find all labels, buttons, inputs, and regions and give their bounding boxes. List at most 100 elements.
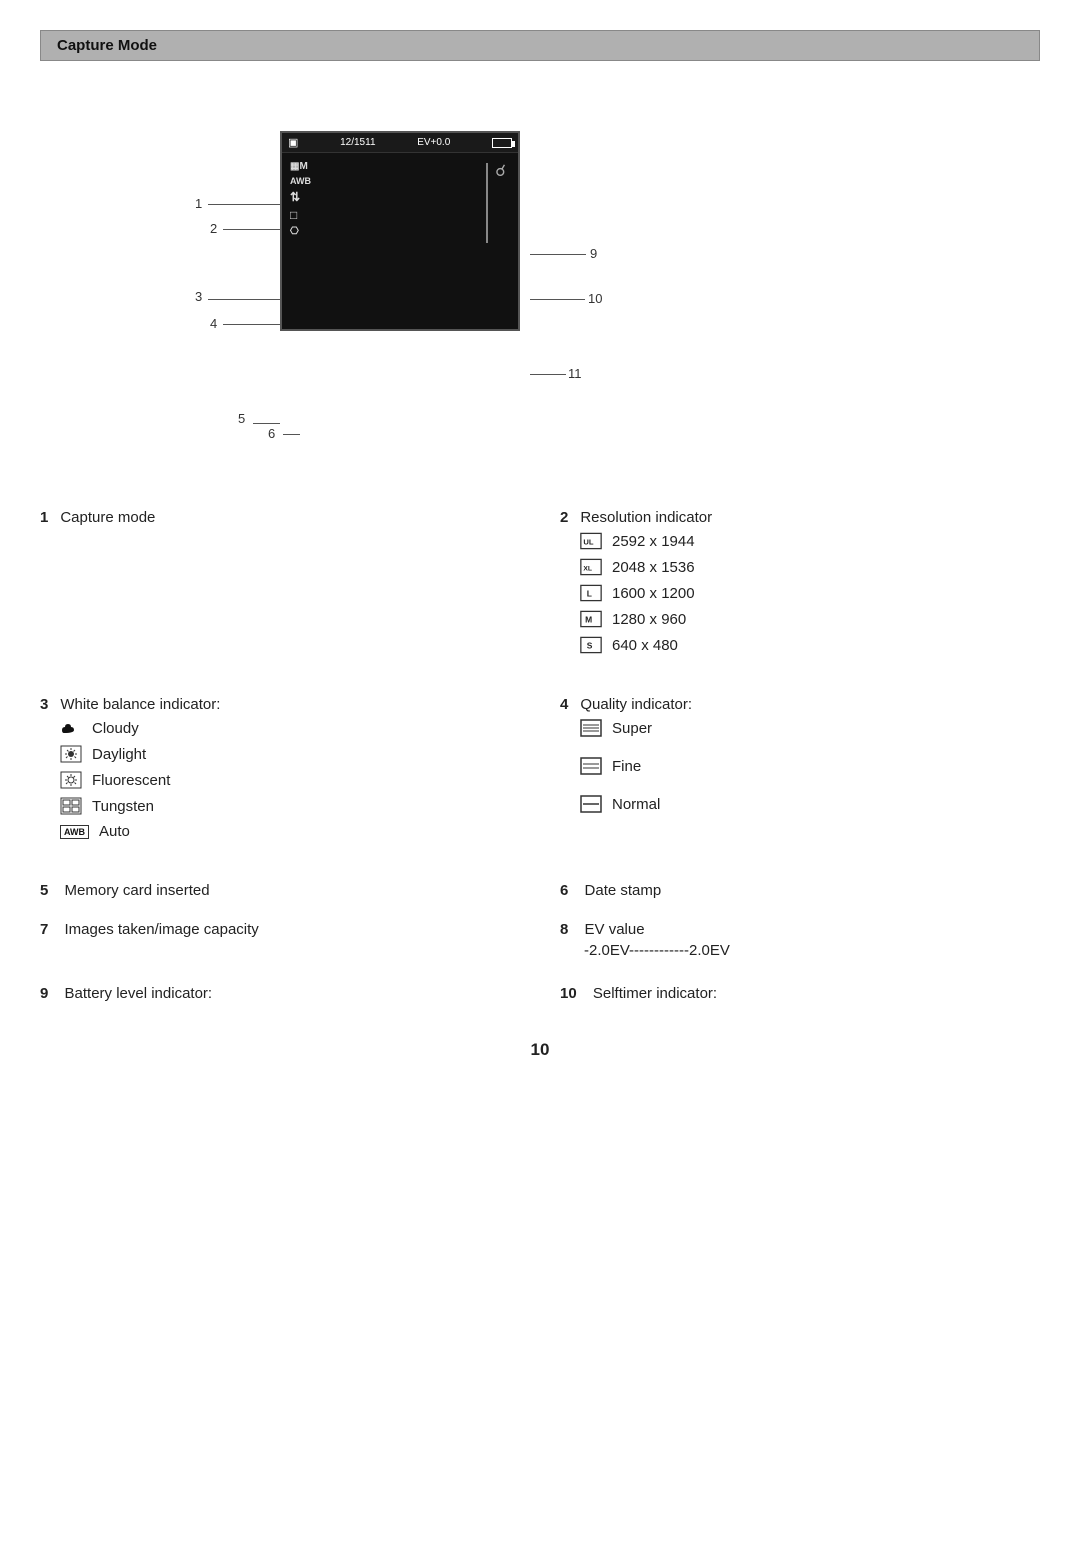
- desc-col-7: 7 Images taken/image capacity: [40, 913, 540, 967]
- item-title-8: EV value: [585, 921, 645, 938]
- desc-row-7-8: 7 Images taken/image capacity 8 EV value…: [40, 913, 1040, 967]
- line-2: [223, 229, 280, 230]
- quality-fine-label: Fine: [612, 758, 641, 775]
- wb-daylight-icon: [60, 745, 82, 763]
- callout-1: 1: [195, 196, 202, 211]
- res-ul-label: 2592 x 1944: [612, 533, 695, 550]
- res-item-ul: UL 2592 x 1944: [580, 532, 1040, 550]
- section-header: Capture Mode: [40, 30, 1040, 61]
- line-3: [208, 299, 280, 300]
- wb-daylight-label: Daylight: [92, 746, 146, 763]
- svg-text:M: M: [585, 614, 592, 624]
- desc-col-4: 4 Quality indicator: Super: [540, 688, 1040, 856]
- item-title-5: Memory card inserted: [65, 882, 210, 899]
- desc-col-2: 2 Resolution indicator UL 2592 x 1944: [540, 501, 1040, 670]
- wb-tungsten-row: Tungsten: [60, 797, 520, 815]
- wb-fluor-row: Fluorescent: [60, 771, 520, 789]
- camera-diagram: 1 2 3 4 5 6 7 8 9 10 11 ▣ 12/1511 EV+0.0…: [0, 71, 1080, 491]
- desc-col-9: 9 Battery level indicator:: [40, 977, 540, 1010]
- item-title-4: Quality indicator:: [580, 696, 692, 713]
- quality-super-row: Super: [580, 719, 1040, 737]
- res-m-label: 1280 x 960: [612, 611, 686, 628]
- item-title-6: Date stamp: [585, 882, 662, 899]
- desc-row-3-4: 3 White balance indicator: Cloudy: [40, 688, 1040, 856]
- section-title: Capture Mode: [57, 37, 157, 54]
- content-area: 1 Capture mode 2 Resolution indicator UL…: [0, 501, 1080, 1010]
- lcd-quality-icon: ⇅: [290, 190, 311, 204]
- desc-col-10: 10 Selftimer indicator:: [540, 977, 1040, 1010]
- desc-col-6: 6 Date stamp: [540, 874, 1040, 907]
- callout-5: 5: [238, 411, 245, 426]
- desc-col-1: 1 Capture mode: [40, 501, 540, 670]
- callout-3: 3: [195, 289, 202, 304]
- item-number-7: 7: [40, 921, 48, 938]
- desc-col-8: 8 EV value -2.0EV------------2.0EV: [540, 913, 1040, 967]
- item-title-3: White balance indicator:: [60, 696, 220, 713]
- res-ul-icon: UL: [580, 532, 602, 550]
- wb-auto-label: Auto: [99, 823, 130, 840]
- callout-4: 4: [210, 316, 217, 331]
- quality-normal-label: Normal: [612, 796, 660, 813]
- res-item-m: M 1280 x 960: [580, 610, 1040, 628]
- res-m-icon: M: [580, 610, 602, 628]
- lcd-drive-icon: □: [290, 208, 311, 222]
- wb-tungsten-icon: [60, 797, 82, 815]
- item-title-7: Images taken/image capacity: [65, 921, 259, 938]
- item-number-1: 1: [40, 509, 48, 526]
- camera-left-icons: ▦M AWB ⇅ □ ⎔: [290, 161, 311, 237]
- res-item-s: S 640 x 480: [580, 636, 1040, 654]
- item-number-10: 10: [560, 985, 577, 1002]
- desc-row-5-6: 5 Memory card inserted 6 Date stamp: [40, 874, 1040, 907]
- quality-fine-row: Fine: [580, 757, 1040, 775]
- item-number-2: 2: [560, 509, 568, 526]
- camera-mode-icon: ▣: [288, 136, 298, 149]
- camera-status-bar: ▣ 12/1511 EV+0.0: [282, 133, 518, 153]
- item-number-3: 3: [40, 696, 48, 713]
- line-4: [223, 324, 280, 325]
- lcd-awb-icon: AWB: [290, 176, 311, 186]
- res-item-xl: XL 2048 x 1536: [580, 558, 1040, 576]
- wb-auto-row: AWB Auto: [60, 823, 520, 840]
- wb-cloudy-icon: [60, 719, 82, 737]
- line-10: [530, 299, 585, 300]
- item-number-6: 6: [560, 882, 568, 899]
- item-title-2: Resolution indicator: [580, 509, 712, 526]
- line-11: [530, 374, 566, 375]
- callout-6: 6: [268, 426, 275, 441]
- wb-cloudy-row: Cloudy: [60, 719, 520, 737]
- line-6: [283, 434, 300, 435]
- wb-fluor-label: Fluorescent: [92, 772, 170, 789]
- item-title-10: Selftimer indicator:: [593, 985, 717, 1002]
- desc-col-3: 3 White balance indicator: Cloudy: [40, 688, 540, 856]
- image-count: 12/1511: [340, 137, 375, 148]
- item-number-8: 8: [560, 921, 568, 938]
- res-l-label: 1600 x 1200: [612, 585, 695, 602]
- item-title-9: Battery level indicator:: [65, 985, 213, 1002]
- svg-text:L: L: [587, 588, 592, 598]
- resolution-list: UL 2592 x 1944 XL 2048 x 1536: [580, 532, 1040, 654]
- quality-normal-row: Normal: [580, 795, 1040, 813]
- callout-2: 2: [210, 221, 217, 236]
- svg-text:S: S: [587, 640, 593, 650]
- callout-10: 10: [588, 291, 602, 306]
- res-xl-icon: XL: [580, 558, 602, 576]
- camera-screen: ▣ 12/1511 EV+0.0 ▦M AWB ⇅ □ ⎔ ☌: [280, 131, 520, 331]
- focus-line: [486, 163, 488, 243]
- line-5: [253, 423, 280, 424]
- zoom-icon: ☌: [495, 161, 506, 181]
- wb-list: Cloudy Day: [60, 719, 520, 840]
- quality-normal-icon: [580, 795, 602, 813]
- wb-tungsten-label: Tungsten: [92, 798, 154, 815]
- wb-cloudy-label: Cloudy: [92, 720, 139, 737]
- callout-9: 9: [590, 246, 597, 261]
- desc-row-1-2: 1 Capture mode 2 Resolution indicator UL…: [40, 501, 1040, 670]
- ev-value: EV+0.0: [417, 137, 450, 148]
- res-xl-label: 2048 x 1536: [612, 559, 695, 576]
- line-1: [208, 204, 280, 205]
- lcd-timer-icon: ⎔: [290, 226, 311, 237]
- quality-list: Super Fine Norm: [580, 719, 1040, 813]
- line-9: [530, 254, 586, 255]
- res-item-l: L 1600 x 1200: [580, 584, 1040, 602]
- item-number-4: 4: [560, 696, 568, 713]
- wb-auto-icon: AWB: [60, 825, 89, 839]
